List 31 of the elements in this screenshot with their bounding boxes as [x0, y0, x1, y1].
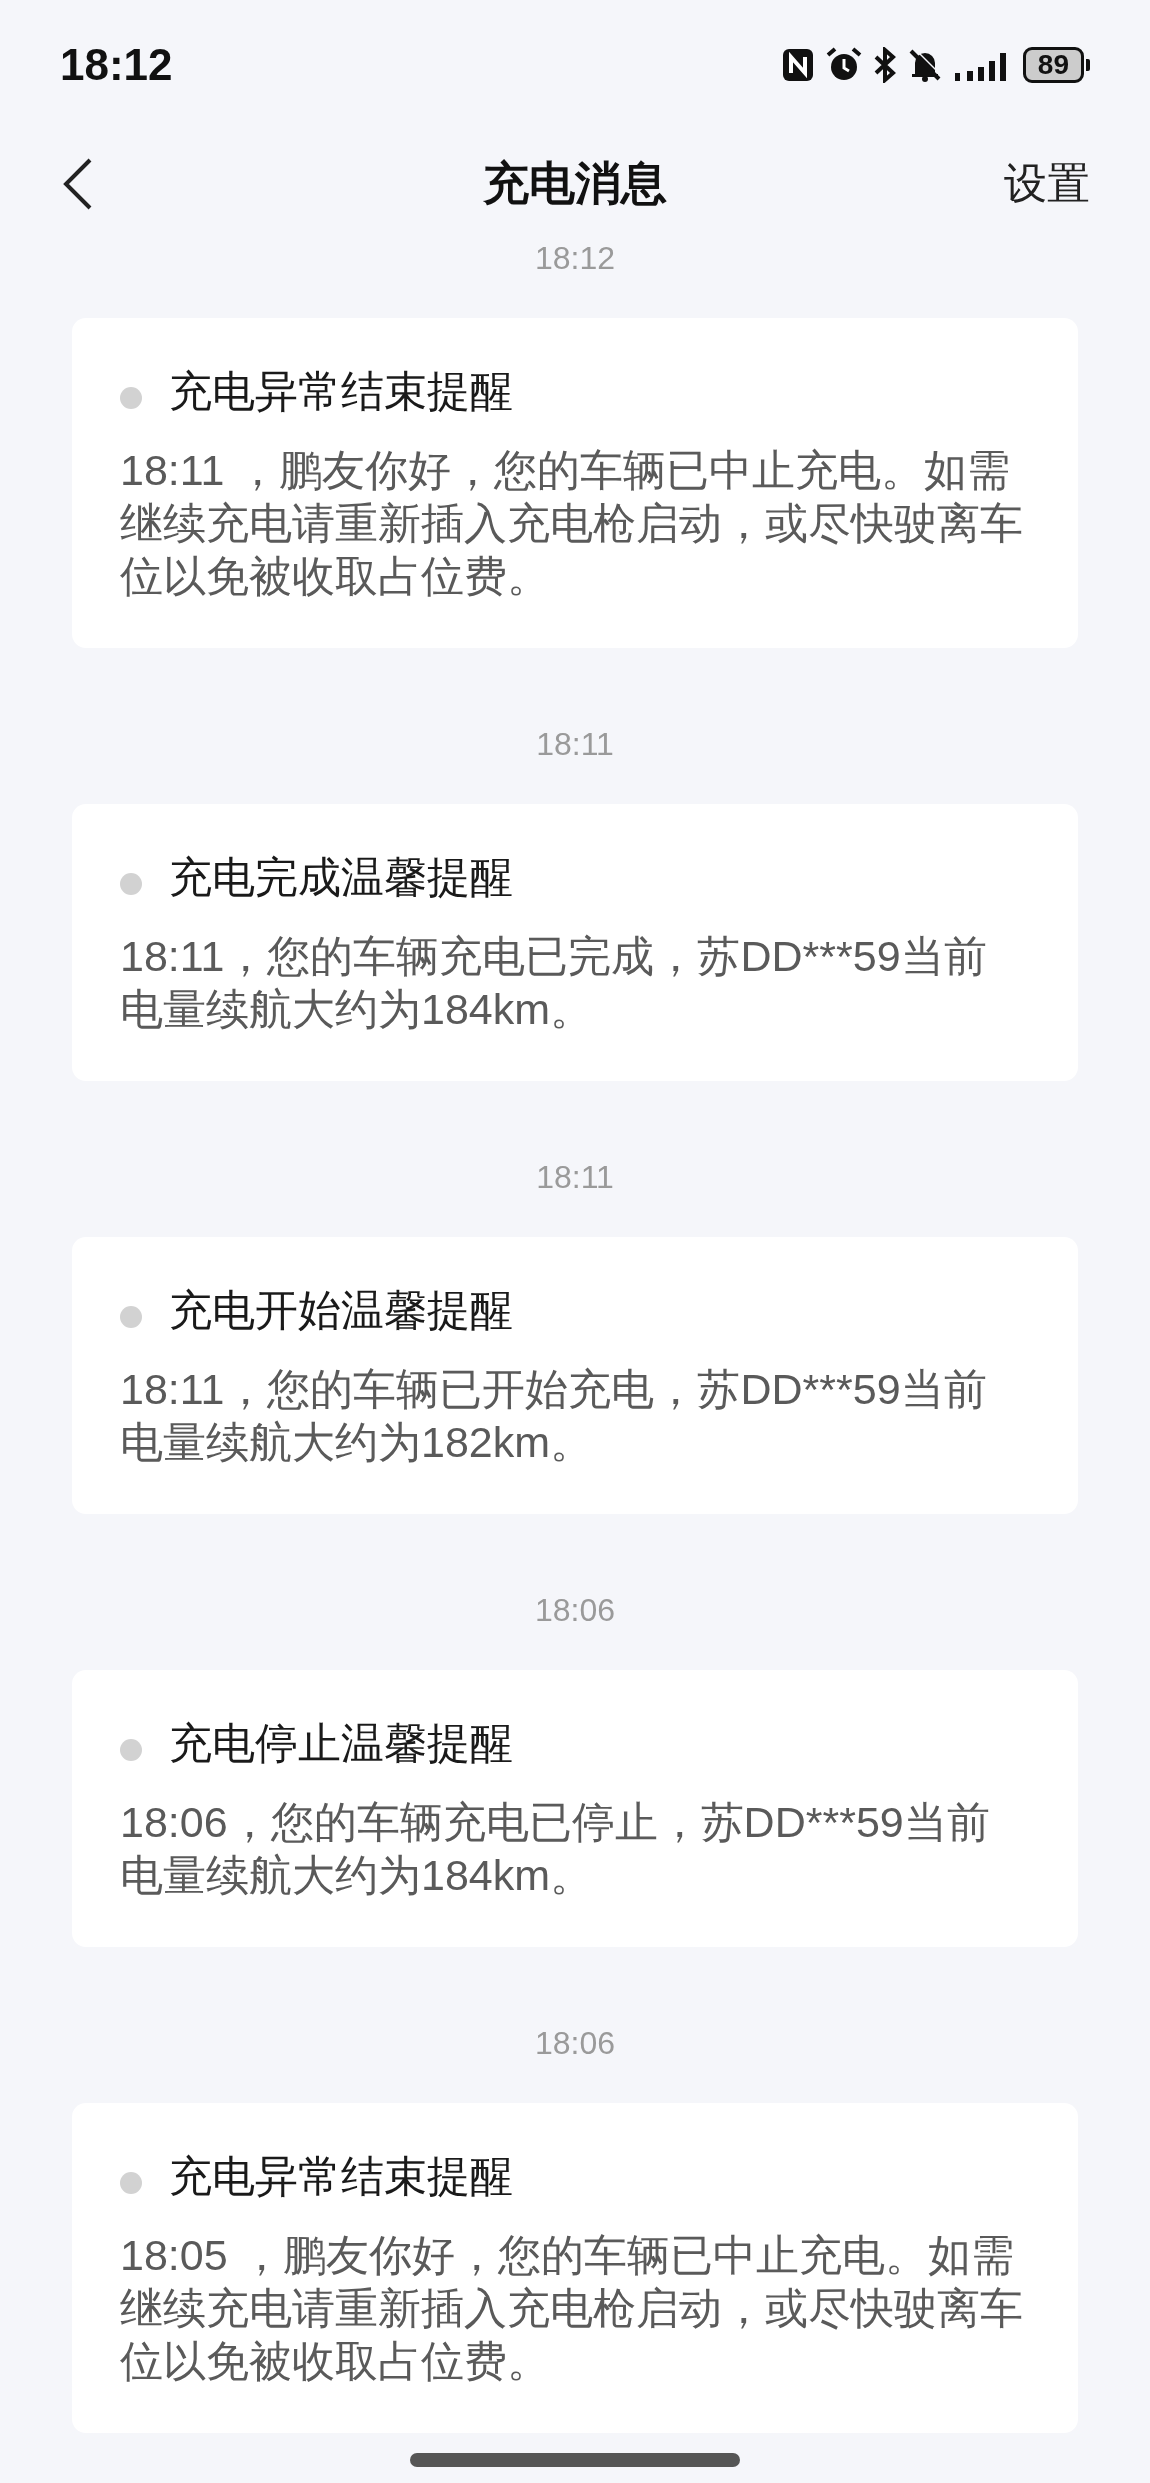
- bullet-dot-icon: [120, 2172, 142, 2194]
- bullet-dot-icon: [120, 873, 142, 895]
- message-time: 18:11: [536, 1158, 614, 1197]
- message-time: 18:06: [534, 1591, 616, 1630]
- clock-time: 18:12: [60, 40, 173, 90]
- message-body: 18:06，您的车辆充电已停止，苏DD***59当前电量续航大约为184km。: [120, 1797, 991, 1901]
- bullet-dot-icon: [120, 387, 142, 409]
- message-body: 18:05 ，鹏友你好，您的车辆已中止充电。如需继续充电请重新插入充电枪启动，或尽快驶离车位以免被收取占位费。: [120, 2230, 1024, 2387]
- message-card[interactable]: 充电完成温馨提醒 18:11，您的车辆充电已完成，苏DD***59当前电量续航大约为184km。: [72, 804, 1078, 1081]
- message-body: 18:11 ，鹏友你好，您的车辆已中止充电。如需继续充电请重新插入充电枪启动，或尽快驶离车位以免被收取占位费。: [120, 445, 1024, 602]
- message-card[interactable]: 充电停止温馨提醒 18:06，您的车辆充电已停止，苏DD***59当前电量续航大约为184km。: [72, 1670, 1078, 1947]
- message-time: 18:11: [536, 725, 614, 764]
- message-body: 18:11，您的车辆充电已完成，苏DD***59当前电量续航大约为184km。: [120, 931, 988, 1035]
- message-title: 充电开始温馨提醒: [169, 1285, 513, 1335]
- message-title: 充电异常结束提醒: [169, 2151, 513, 2201]
- message-card[interactable]: 充电开始温馨提醒 18:11，您的车辆已开始充电，苏DD***59当前电量续航大约为182km。: [72, 1237, 1078, 1514]
- message-title: 充电停止温馨提醒: [169, 1718, 513, 1768]
- bullet-dot-icon: [120, 1306, 142, 1328]
- message-time: 18:06: [534, 2024, 616, 2063]
- message-card[interactable]: 充电异常结束提醒 18:11 ，鹏友你好，您的车辆已中止充电。如需继续充电请重新插入充电枪启动，或尽快驶离车位以免被收取占位费。: [72, 318, 1078, 648]
- message-card[interactable]: 充电异常结束提醒 18:05 ，鹏友你好，您的车辆已中止充电。如需继续充电请重新插入充电枪启动，或尽快驶离车位以免被收取占位费。: [72, 2103, 1078, 2433]
- message-title: 充电完成温馨提醒: [169, 852, 513, 902]
- battery-indicator: 89: [1022, 47, 1090, 83]
- message-title: 充电异常结束提醒: [169, 366, 513, 416]
- nfc-icon: [780, 47, 815, 83]
- settings-button[interactable]: 设置: [1004, 155, 1090, 213]
- message-body: 18:11，您的车辆已开始充电，苏DD***59当前电量续航大约为182km。: [120, 1364, 988, 1468]
- page-title: 充电消息: [483, 156, 667, 211]
- bullet-dot-icon: [120, 1739, 142, 1761]
- bluetooth-icon: [872, 47, 897, 83]
- message-time: 18:12: [534, 239, 616, 278]
